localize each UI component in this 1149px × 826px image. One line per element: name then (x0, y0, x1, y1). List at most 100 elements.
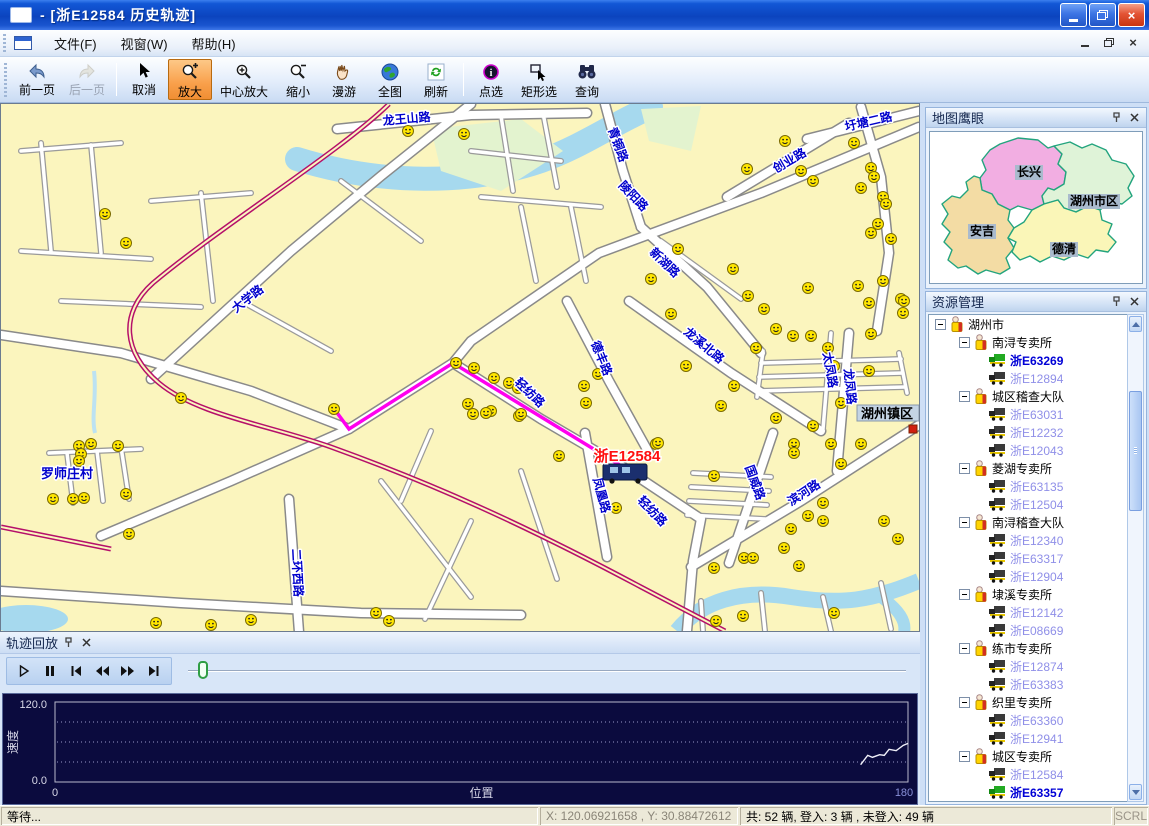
vehicle-smiley-marker[interactable] (469, 363, 480, 374)
vehicle-smiley-marker[interactable] (808, 421, 819, 432)
vehicle-smiley-marker[interactable] (856, 183, 867, 194)
restore-button[interactable] (1089, 3, 1116, 27)
vehicle-smiley-marker[interactable] (666, 309, 677, 320)
pan-button[interactable]: 漫游 (322, 59, 366, 100)
vehicle-smiley-marker[interactable] (459, 129, 470, 140)
mdi-restore-button[interactable] (1101, 34, 1117, 50)
tree-vehicle[interactable]: 浙E63317 (929, 549, 1127, 567)
vehicle-smiley-marker[interactable] (806, 331, 817, 342)
vehicle-smiley-marker[interactable] (893, 534, 904, 545)
vehicle-smiley-marker[interactable] (151, 618, 162, 629)
vehicle-smiley-marker[interactable] (818, 516, 829, 527)
vehicle-smiley-marker[interactable] (716, 401, 727, 412)
mdi-close-button[interactable]: × (1125, 34, 1141, 50)
overview-map[interactable]: 长兴 湖州市区 安吉 德清 (929, 131, 1143, 284)
vehicle-smiley-marker[interactable] (646, 274, 657, 285)
vehicle-smiley-marker[interactable] (878, 276, 889, 287)
vehicle-smiley-marker[interactable] (100, 209, 111, 220)
vehicle-smiley-marker[interactable] (788, 331, 799, 342)
vehicle-smiley-marker[interactable] (246, 615, 257, 626)
scroll-thumb[interactable] (1129, 391, 1142, 511)
vehicle-smiley-marker[interactable] (206, 620, 217, 631)
vehicle-smiley-marker[interactable] (653, 438, 664, 449)
tree-vehicle[interactable]: 浙E09387 (929, 801, 1127, 802)
vehicle-smiley-marker[interactable] (771, 413, 782, 424)
vehicle-smiley-marker[interactable] (481, 408, 492, 419)
tree-vehicle[interactable]: 浙E63383 (929, 675, 1127, 693)
vehicle-smiley-marker[interactable] (836, 459, 847, 470)
playback-slider[interactable] (188, 659, 906, 683)
vehicle-smiley-marker[interactable] (121, 489, 132, 500)
tree-vehicle[interactable]: 浙E12340 (929, 531, 1127, 549)
tree-vehicle[interactable]: 浙E12142 (929, 603, 1127, 621)
tree-group[interactable]: 织里专卖所 (929, 693, 1127, 711)
tree-vehicle[interactable]: 浙E63031 (929, 405, 1127, 423)
vehicle-smiley-marker[interactable] (803, 511, 814, 522)
tree-vehicle[interactable]: 浙E12941 (929, 729, 1127, 747)
vehicle-smiley-marker[interactable] (728, 264, 739, 275)
vehicle-smiley-marker[interactable] (873, 219, 884, 230)
vehicle-smiley-marker[interactable] (748, 553, 759, 564)
vehicle-smiley-marker[interactable] (554, 451, 565, 462)
vehicle-smiley-marker[interactable] (866, 228, 877, 239)
scroll-down-arrow[interactable] (1129, 784, 1142, 800)
vehicle-smiley-marker[interactable] (898, 308, 909, 319)
full-extent-button[interactable]: 全图 (368, 59, 412, 100)
vehicle-smiley-marker[interactable] (709, 471, 720, 482)
vehicle-smiley-marker[interactable] (68, 494, 79, 505)
skip-end-button[interactable] (141, 659, 167, 683)
play-button[interactable] (11, 659, 37, 683)
query-button[interactable]: 查询 (565, 59, 609, 100)
slider-thumb[interactable] (198, 661, 208, 679)
tree-vehicle[interactable]: 浙E12232 (929, 423, 1127, 441)
refresh-button[interactable]: 刷新 (414, 59, 458, 100)
pause-button[interactable] (37, 659, 63, 683)
tree-expander[interactable] (959, 643, 970, 654)
vehicle-smiley-marker[interactable] (879, 516, 890, 527)
vehicle-smiley-marker[interactable] (796, 166, 807, 177)
tree-group[interactable]: 城区稽查大队 (929, 387, 1127, 405)
vehicle-smiley-marker[interactable] (711, 616, 722, 627)
tree-vehicle[interactable]: 浙E12504 (929, 495, 1127, 513)
tree-vehicle[interactable]: 浙E63269 (929, 351, 1127, 369)
vehicle-smiley-marker[interactable] (729, 381, 740, 392)
tree-vehicle[interactable]: 浙E63360 (929, 711, 1127, 729)
fast-forward-button[interactable] (115, 659, 141, 683)
rewind-button[interactable] (89, 659, 115, 683)
vehicle-smiley-marker[interactable] (856, 439, 867, 450)
vehicle-smiley-marker[interactable] (808, 176, 819, 187)
tree-group[interactable]: 埭溪专卖所 (929, 585, 1127, 603)
tree-group[interactable]: 南浔专卖所 (929, 333, 1127, 351)
vehicle-smiley-marker[interactable] (579, 381, 590, 392)
pin-icon[interactable] (1109, 111, 1124, 125)
close-button[interactable]: × (1118, 3, 1145, 27)
vehicle-smiley-marker[interactable] (403, 126, 414, 137)
vehicle-smiley-marker[interactable] (74, 456, 85, 467)
vehicle-smiley-marker[interactable] (738, 611, 749, 622)
prev-page-button[interactable]: 前一页 (13, 59, 61, 100)
vehicle-smiley-marker[interactable] (759, 304, 770, 315)
tree-expander[interactable] (959, 517, 970, 528)
tree-vehicle[interactable]: 浙E63135 (929, 477, 1127, 495)
vehicle-smiley-marker[interactable] (899, 296, 910, 307)
vehicle-smiley-marker[interactable] (329, 404, 340, 415)
vehicle-smiley-marker[interactable] (789, 448, 800, 459)
tree-group[interactable]: 南浔稽查大队 (929, 513, 1127, 531)
menu-help[interactable]: 帮助(H) (180, 30, 248, 57)
vehicle-smiley-marker[interactable] (742, 164, 753, 175)
vehicle-smiley-marker[interactable] (468, 409, 479, 420)
cancel-button[interactable]: 取消 (122, 59, 166, 100)
tree-vehicle[interactable]: 浙E12584 (929, 765, 1127, 783)
vehicle-smiley-marker[interactable] (709, 563, 720, 574)
vehicle-smiley-marker[interactable] (751, 343, 762, 354)
tree-group[interactable]: 菱湖专卖所 (929, 459, 1127, 477)
point-select-button[interactable]: i 点选 (469, 59, 513, 100)
vehicle-smiley-marker[interactable] (86, 439, 97, 450)
pin-icon[interactable] (1109, 295, 1124, 309)
vehicle-smiley-marker[interactable] (794, 561, 805, 572)
minimize-button[interactable] (1060, 3, 1087, 27)
tree-group[interactable]: 城区专卖所 (929, 747, 1127, 765)
tree-expander[interactable] (959, 697, 970, 708)
tree-expander[interactable] (959, 337, 970, 348)
tree-expander[interactable] (959, 589, 970, 600)
